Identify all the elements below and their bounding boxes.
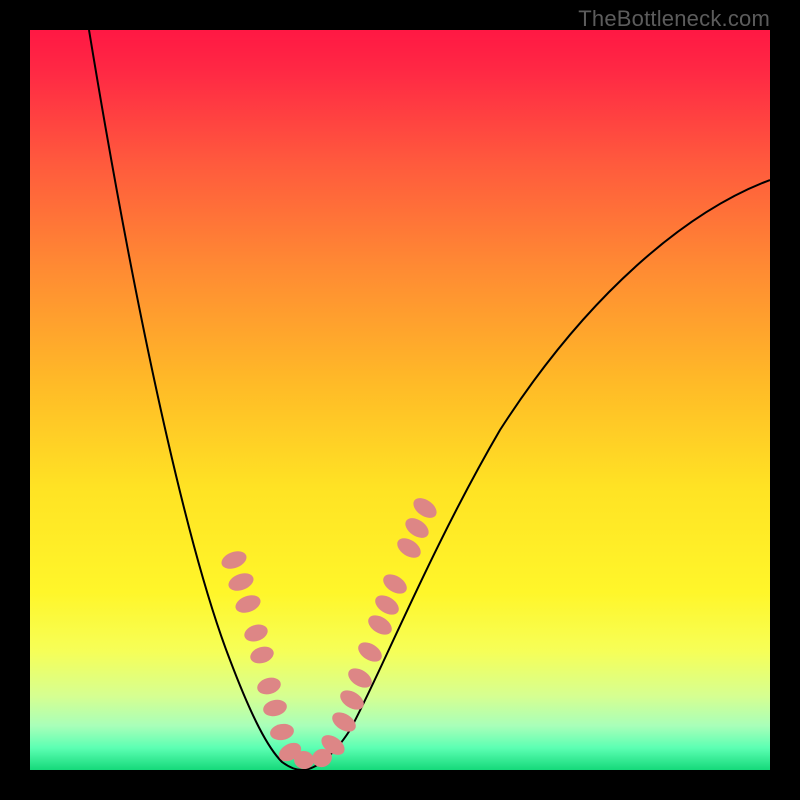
plot-area (30, 30, 770, 770)
chart-container: TheBottleneck.com (0, 0, 800, 800)
watermark-text: TheBottleneck.com (578, 6, 770, 32)
gradient-background (30, 30, 770, 770)
